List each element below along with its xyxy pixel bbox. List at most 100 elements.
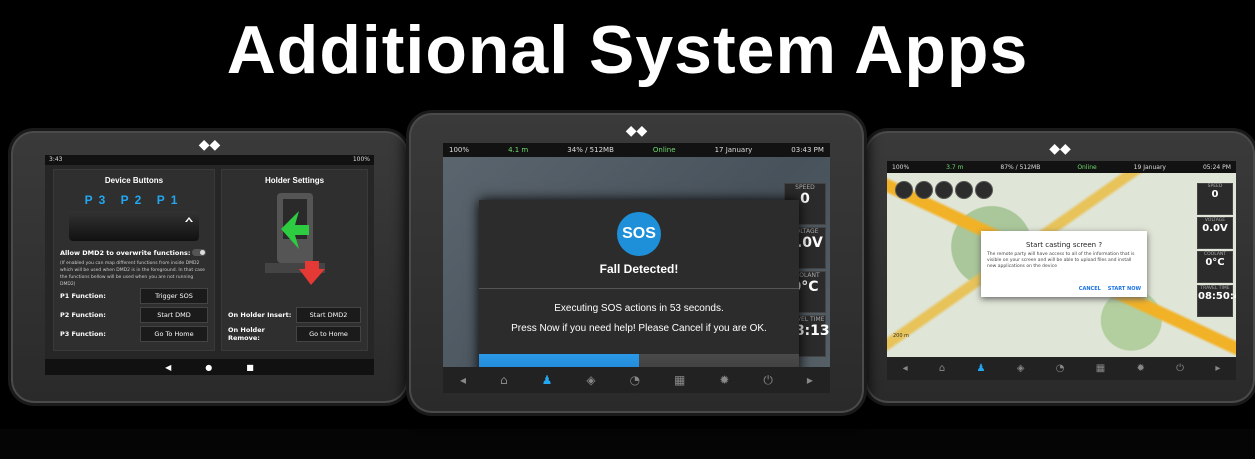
brand-logo-icon: ◆◆ <box>1049 141 1071 157</box>
file-icon[interactable] <box>935 181 953 199</box>
p2-function-row: P2 Function: Start DMD <box>60 307 208 323</box>
status-battery: 100% <box>352 156 370 163</box>
holder-remove-row: On Holder Remove: Go to Home <box>228 326 361 342</box>
layers-icon[interactable] <box>975 181 993 199</box>
panel-title: Holder Settings <box>264 176 325 185</box>
back-icon[interactable]: ◀ <box>165 363 171 372</box>
user-icon[interactable]: ♟ <box>542 373 553 387</box>
cast-title: Start casting screen ? <box>1025 241 1103 249</box>
brand-logo-icon: ◆◆ <box>198 137 221 153</box>
p3-function-select[interactable]: Go To Home <box>140 326 208 342</box>
tablet-screen-cast: ◆◆ 100% 3.7 m 87% / 512MB Online 19 Janu… <box>862 128 1255 406</box>
speed-value: 0 <box>1211 189 1219 200</box>
allow-dmd2-label: Allow DMD2 to overwrite functions: <box>60 249 191 257</box>
speed-widget: SPEED 0 <box>1197 183 1233 215</box>
sos-badge-icon: SOS <box>617 212 661 256</box>
home-icon[interactable]: ● <box>205 363 212 372</box>
holder-insert-label: On Holder Insert: <box>228 311 292 319</box>
power-icon[interactable]: ⏻ <box>1176 363 1184 374</box>
holder-insert-select[interactable]: Start DMD2 <box>296 307 361 323</box>
prev-icon[interactable]: ◂ <box>460 373 466 387</box>
distance-text: 3.7 m <box>946 163 964 171</box>
p1-function-label: P1 Function: <box>60 292 106 300</box>
gauge-icon[interactable]: ◔ <box>1056 363 1065 374</box>
p1-function-row: P1 Function: Trigger SOS <box>60 288 208 304</box>
next-icon[interactable]: ▸ <box>807 373 813 387</box>
screen: 100% 4.1 m 34% / 512MB Online 17 January… <box>443 143 830 393</box>
p1-label: P1 <box>156 193 184 207</box>
status-time: 3:43 <box>49 156 63 163</box>
compass-icon[interactable] <box>895 181 913 199</box>
record-icon[interactable] <box>915 181 933 199</box>
app-status-bar: 100% 3.7 m 87% / 512MB Online 19 January… <box>887 161 1236 173</box>
divider <box>479 288 799 289</box>
sos-dialog: SOS Fall Detected! Executing SOS actions… <box>479 200 799 393</box>
travel-time-value: 08:50:44 <box>1198 291 1236 302</box>
coolant-widget: COOLANT 0°C <box>1197 251 1233 283</box>
cast-cancel-button[interactable]: CANCEL <box>1079 286 1101 292</box>
brand-logo-icon: ◆◆ <box>625 123 648 139</box>
bottom-toolbar: ◂ ⌂ ♟ ◈ ◔ ▦ ✹ ⏻ ▸ <box>887 357 1236 380</box>
device-buttons-panel: Device Buttons P3 P2 P1 Allow DMD2 to ov… <box>53 169 215 351</box>
holder-remove-label: On Holder Remove: <box>228 326 265 342</box>
navigation-icon[interactable]: ◈ <box>1017 363 1025 374</box>
dialog-message-countdown: Executing SOS actions in 53 seconds. <box>554 303 724 314</box>
user-icon[interactable]: ♟ <box>977 363 986 374</box>
page-title: Additional System Apps <box>226 12 1029 88</box>
p3-function-label: P3 Function: <box>60 330 106 338</box>
settings-icon[interactable]: ✹ <box>719 373 729 387</box>
voltage-value: 0.0V <box>1202 223 1228 234</box>
gauge-icon[interactable]: ◔ <box>630 373 640 387</box>
connection-text: Online <box>1077 163 1097 171</box>
allow-dmd2-row: Allow DMD2 to overwrite functions: <box>54 249 214 257</box>
hardware-buttons: P3 P2 P1 <box>54 193 214 207</box>
next-icon[interactable]: ▸ <box>1215 363 1220 374</box>
holder-insert-row: On Holder Insert: Start DMD2 <box>228 307 361 323</box>
screen: 3:43 100% Device Buttons P3 P2 P1 Allow … <box>45 155 374 375</box>
dialog-title: Fall Detected! <box>599 262 679 276</box>
recents-icon[interactable]: ■ <box>246 363 254 372</box>
tablet-device-buttons: ◆◆ 3:43 100% Device Buttons P3 P2 P1 All… <box>8 128 411 406</box>
bottom-strip <box>0 429 1255 459</box>
cast-dialog: Start casting screen ? The remote party … <box>981 231 1147 297</box>
cast-buttons: CANCEL START NOW <box>1079 286 1141 292</box>
p1-function-select[interactable]: Trigger SOS <box>140 288 208 304</box>
coolant-value: 0°C <box>1205 257 1225 268</box>
p2-label: P2 <box>120 193 148 207</box>
p2-function-label: P2 Function: <box>60 311 106 319</box>
bottom-toolbar: ◂ ⌂ ♟ ◈ ◔ ▦ ✹ ⏻ ▸ <box>443 367 830 393</box>
cast-start-button[interactable]: START NOW <box>1108 286 1141 292</box>
screen: 100% 3.7 m 87% / 512MB Online 19 January… <box>887 161 1236 380</box>
prev-icon[interactable]: ◂ <box>903 363 908 374</box>
device-image <box>69 211 199 241</box>
allow-dmd2-toggle[interactable] <box>192 249 206 256</box>
navigation-icon[interactable]: ◈ <box>586 373 595 387</box>
distance-text: 4.1 m <box>508 146 529 154</box>
p3-label: P3 <box>84 193 112 207</box>
map-scale: 200 m <box>893 333 910 339</box>
battery-text: 100% <box>449 146 470 154</box>
date-text: 19 January <box>1133 163 1166 171</box>
home-icon[interactable]: ⌂ <box>500 373 508 387</box>
home-icon[interactable]: ⌂ <box>939 363 945 374</box>
apps-icon[interactable]: ▦ <box>1096 363 1105 374</box>
battery-text: 100% <box>892 163 910 171</box>
apps-icon[interactable]: ▦ <box>674 373 685 387</box>
memory-text: 87% / 512MB <box>1000 163 1041 171</box>
p2-function-select[interactable]: Start DMD <box>140 307 208 323</box>
settings-icon[interactable]: ✹ <box>1136 363 1144 374</box>
tablet-sos: ◆◆ 100% 4.1 m 34% / 512MB Online 17 Janu… <box>406 110 867 416</box>
holder-settings-panel: Holder Settings On Holder Insert: Start … <box>221 169 368 351</box>
connection-text: Online <box>652 146 676 154</box>
holder-illustration-icon <box>264 193 325 285</box>
travel-time-widget: TRAVEL TIME 08:50:44 <box>1197 285 1236 317</box>
android-status-bar: 3:43 100% <box>45 155 374 165</box>
holder-remove-select[interactable]: Go to Home <box>296 326 361 342</box>
app-status-bar: 100% 4.1 m 34% / 512MB Online 17 January… <box>443 143 830 157</box>
time-text: 05:24 PM <box>1202 163 1231 171</box>
power-icon[interactable]: ⏻ <box>763 373 773 388</box>
cast-message: The remote party will have access to all… <box>987 252 1135 269</box>
search-icon[interactable] <box>955 181 973 199</box>
android-nav-bar: ◀ ● ■ <box>45 359 374 375</box>
memory-text: 34% / 512MB <box>567 146 614 154</box>
